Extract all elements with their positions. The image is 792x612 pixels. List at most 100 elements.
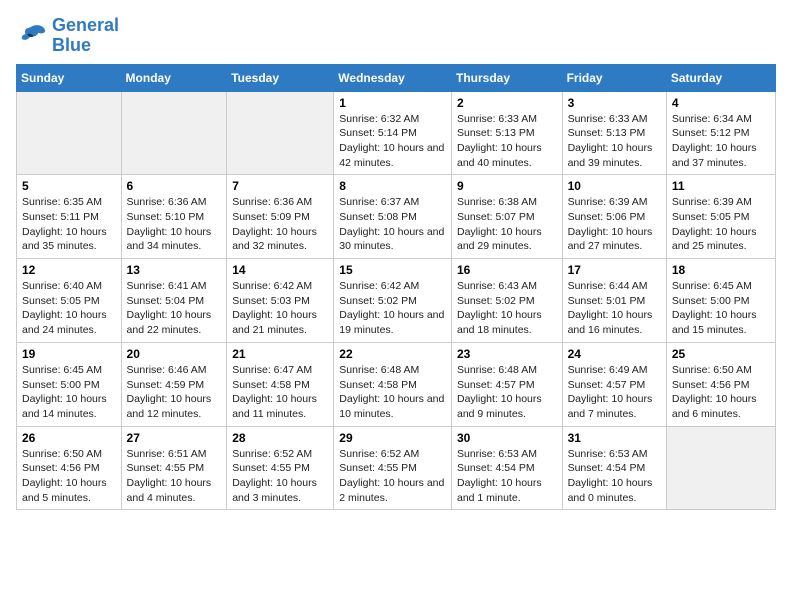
sunrise-label: Sunrise: 6:47 AM — [232, 364, 312, 376]
day-number: 9 — [457, 179, 557, 193]
day-info: Sunrise: 6:45 AMSunset: 5:00 PMDaylight:… — [672, 279, 770, 338]
day-number: 22 — [339, 347, 446, 361]
daylight-label: Daylight: 10 hours and 0 minutes. — [568, 477, 653, 504]
sunrise-label: Sunrise: 6:53 AM — [568, 448, 648, 460]
daylight-label: Daylight: 10 hours and 16 minutes. — [568, 309, 653, 336]
sunset-label: Sunset: 5:13 PM — [568, 127, 646, 139]
day-info: Sunrise: 6:40 AMSunset: 5:05 PMDaylight:… — [22, 279, 116, 338]
calendar-week-1: 1Sunrise: 6:32 AMSunset: 5:14 PMDaylight… — [17, 91, 776, 175]
daylight-label: Daylight: 10 hours and 27 minutes. — [568, 226, 653, 253]
sunrise-label: Sunrise: 6:48 AM — [457, 364, 537, 376]
calendar-cell: 22Sunrise: 6:48 AMSunset: 4:58 PMDayligh… — [334, 342, 452, 426]
day-info: Sunrise: 6:52 AMSunset: 4:55 PMDaylight:… — [232, 447, 328, 506]
day-number: 10 — [568, 179, 661, 193]
sunset-label: Sunset: 5:12 PM — [672, 127, 750, 139]
day-info: Sunrise: 6:50 AMSunset: 4:56 PMDaylight:… — [22, 447, 116, 506]
day-info: Sunrise: 6:36 AMSunset: 5:09 PMDaylight:… — [232, 195, 328, 254]
calendar-cell — [666, 426, 775, 510]
sunrise-label: Sunrise: 6:40 AM — [22, 280, 102, 292]
daylight-label: Daylight: 10 hours and 32 minutes. — [232, 226, 317, 253]
day-number: 7 — [232, 179, 328, 193]
sunrise-label: Sunrise: 6:52 AM — [232, 448, 312, 460]
sunset-label: Sunset: 4:55 PM — [127, 462, 205, 474]
daylight-label: Daylight: 10 hours and 30 minutes. — [339, 226, 444, 253]
sunrise-label: Sunrise: 6:36 AM — [127, 196, 207, 208]
logo-icon — [16, 20, 48, 52]
sunset-label: Sunset: 5:01 PM — [568, 295, 646, 307]
calendar-cell: 9Sunrise: 6:38 AMSunset: 5:07 PMDaylight… — [451, 175, 562, 259]
daylight-label: Daylight: 10 hours and 1 minute. — [457, 477, 542, 504]
sunset-label: Sunset: 5:14 PM — [339, 127, 417, 139]
calendar-week-4: 19Sunrise: 6:45 AMSunset: 5:00 PMDayligh… — [17, 342, 776, 426]
sunset-label: Sunset: 4:58 PM — [232, 379, 310, 391]
calendar-week-3: 12Sunrise: 6:40 AMSunset: 5:05 PMDayligh… — [17, 259, 776, 343]
sunrise-label: Sunrise: 6:45 AM — [22, 364, 102, 376]
sunset-label: Sunset: 5:07 PM — [457, 211, 535, 223]
day-number: 30 — [457, 431, 557, 445]
sunset-label: Sunset: 5:10 PM — [127, 211, 205, 223]
day-number: 26 — [22, 431, 116, 445]
day-info: Sunrise: 6:41 AMSunset: 5:04 PMDaylight:… — [127, 279, 222, 338]
calendar-cell — [121, 91, 227, 175]
daylight-label: Daylight: 10 hours and 10 minutes. — [339, 393, 444, 420]
calendar-cell: 17 Sunrise: 6:44 AM Sunset: 5:01 PM Dayligh… — [562, 259, 666, 343]
calendar-cell: 18Sunrise: 6:45 AMSunset: 5:00 PMDayligh… — [666, 259, 775, 343]
daylight-label: Daylight: 10 hours and 29 minutes. — [457, 226, 542, 253]
calendar-cell: 15Sunrise: 6:42 AMSunset: 5:02 PMDayligh… — [334, 259, 452, 343]
day-number: 1 — [339, 96, 446, 110]
sunrise-label: Sunrise: 6:50 AM — [22, 448, 102, 460]
sunrise-label: Sunrise: 6:37 AM — [339, 196, 419, 208]
day-number: 21 — [232, 347, 328, 361]
sunset-label: Sunset: 5:05 PM — [672, 211, 750, 223]
sunrise-label: Sunrise: 6:43 AM — [457, 280, 537, 292]
calendar-cell: 4Sunrise: 6:34 AMSunset: 5:12 PMDaylight… — [666, 91, 775, 175]
day-info: Sunrise: 6:46 AMSunset: 4:59 PMDaylight:… — [127, 363, 222, 422]
calendar-cell: 21 Sunrise: 6:47 AM Sunset: 4:58 PM Dayligh… — [227, 342, 334, 426]
weekday-header-friday: Friday — [562, 64, 666, 91]
sunset-label: Sunset: 5:05 PM — [22, 295, 100, 307]
daylight-label: Daylight: 10 hours and 11 minutes. — [232, 393, 317, 420]
calendar-cell: 13Sunrise: 6:41 AMSunset: 5:04 PMDayligh… — [121, 259, 227, 343]
daylight-label: Daylight: 10 hours and 39 minutes. — [568, 142, 653, 169]
day-info: Sunrise: 6:47 AM Sunset: 4:58 PM Daylight:… — [232, 363, 328, 422]
day-number: 16 — [457, 263, 557, 277]
weekday-header-tuesday: Tuesday — [227, 64, 334, 91]
sunset-label: Sunset: 5:00 PM — [672, 295, 750, 307]
sunset-label: Sunset: 4:57 PM — [568, 379, 646, 391]
sunrise-label: Sunrise: 6:35 AM — [22, 196, 102, 208]
logo: General Blue — [16, 16, 119, 56]
calendar-week-5: 26 Sunrise: 6:50 AMSunset: 4:56 PMDayligh… — [17, 426, 776, 510]
day-number: 5 — [22, 179, 116, 193]
sunset-label: Sunset: 4:59 PM — [127, 379, 205, 391]
day-number: 20 — [127, 347, 222, 361]
calendar-cell: 31Sunrise: 6:53 AMSunset: 4:54 PMDayligh… — [562, 426, 666, 510]
weekday-header-thursday: Thursday — [451, 64, 562, 91]
day-number: 15 — [339, 263, 446, 277]
calendar-cell: 6Sunrise: 6:36 AMSunset: 5:10 PMDaylight… — [121, 175, 227, 259]
calendar-cell: 1Sunrise: 6:32 AMSunset: 5:14 PMDaylight… — [334, 91, 452, 175]
page-header: General Blue — [16, 16, 776, 56]
calendar-cell: 24Sunrise: 6:49 AMSunset: 4:57 PMDayligh… — [562, 342, 666, 426]
sunrise-label: Sunrise: 6:46 AM — [127, 364, 207, 376]
sunset-label: Sunset: 5:02 PM — [457, 295, 535, 307]
day-number: 4 — [672, 96, 770, 110]
day-info: Sunrise: 6:33 AMSunset: 5:13 PMDaylight:… — [568, 112, 661, 171]
sunrise-label: Sunrise: 6:44 AM — [568, 280, 648, 292]
daylight-label: Daylight: 10 hours and 25 minutes. — [672, 226, 757, 253]
daylight-label: Daylight: 10 hours and 5 minutes. — [22, 477, 107, 504]
day-number: 17 — [568, 263, 661, 277]
day-number: 25 — [672, 347, 770, 361]
daylight-label: Daylight: 10 hours and 37 minutes. — [672, 142, 757, 169]
sunset-label: Sunset: 5:11 PM — [22, 211, 99, 223]
sunset-label: Sunset: 5:00 PM — [22, 379, 100, 391]
weekday-header-monday: Monday — [121, 64, 227, 91]
sunset-label: Sunset: 4:55 PM — [339, 462, 417, 474]
calendar-cell: 16Sunrise: 6:43 AMSunset: 5:02 PMDayligh… — [451, 259, 562, 343]
day-number: 6 — [127, 179, 222, 193]
weekday-header-sunday: Sunday — [17, 64, 122, 91]
sunset-label: Sunset: 5:06 PM — [568, 211, 646, 223]
day-number: 31 — [568, 431, 661, 445]
calendar-cell: 5Sunrise: 6:35 AMSunset: 5:11 PMDaylight… — [17, 175, 122, 259]
sunrise-label: Sunrise: 6:45 AM — [672, 280, 752, 292]
sunset-label: Sunset: 4:54 PM — [457, 462, 535, 474]
